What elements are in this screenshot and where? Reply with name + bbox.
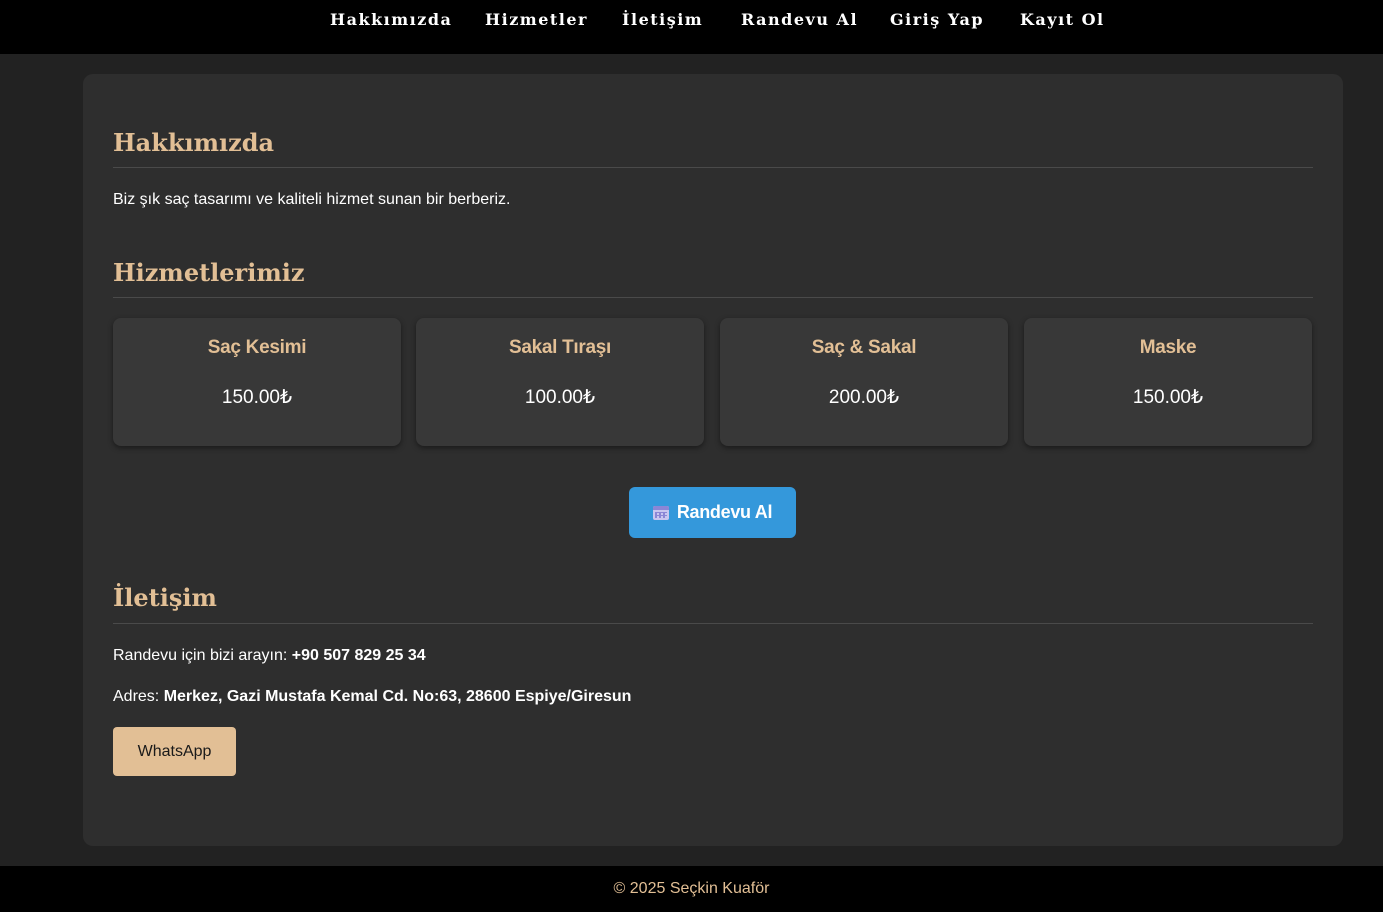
contact-divider xyxy=(113,623,1313,624)
service-name: Saç & Sakal xyxy=(811,337,917,358)
whatsapp-button[interactable]: WhatsApp xyxy=(113,727,236,776)
services-title: Hizmetlerimiz xyxy=(113,258,305,287)
service-name: Saç Kesimi xyxy=(207,337,307,358)
service-name: Sakal Tıraşı xyxy=(508,337,612,358)
service-price: 150.00₺ xyxy=(1132,387,1204,408)
whatsapp-button-label: WhatsApp xyxy=(137,742,212,760)
service-price: 150.00₺ xyxy=(221,387,293,408)
footer: © 2025 Seçkin Kuaför xyxy=(0,866,1383,912)
phone-number: +90 507 829 25 34 xyxy=(291,647,426,664)
service-card-beard-shave: Sakal Tıraşı 100.00₺ xyxy=(416,318,704,446)
address-label: Adres: xyxy=(113,688,160,705)
nav-link-appointment[interactable]: Randevu Al xyxy=(741,10,858,29)
phone-label: Randevu için bizi arayın: xyxy=(113,647,288,664)
about-divider xyxy=(113,167,1313,168)
address-value: Merkez, Gazi Mustafa Kemal Cd. No:63, 28… xyxy=(163,688,632,705)
nav-link-register[interactable]: Kayıt Ol xyxy=(1020,10,1105,29)
service-name: Maske xyxy=(1139,337,1197,358)
about-title: Hakkımızda xyxy=(113,128,275,157)
service-price: 100.00₺ xyxy=(524,387,596,408)
service-card-hair-beard: Saç & Sakal 200.00₺ xyxy=(720,318,1008,446)
about-text: Biz şık saç tasarımı ve kaliteli hizmet … xyxy=(113,191,511,208)
nav-link-contact[interactable]: İletişim xyxy=(622,10,703,29)
services-divider xyxy=(113,297,1313,298)
contact-phone-line: Randevu için bizi arayın: +90 507 829 25… xyxy=(113,647,426,665)
appointment-button[interactable]: Randevu Al xyxy=(629,487,796,538)
contact-title: İletişim xyxy=(113,583,217,612)
nav-link-about[interactable]: Hakkımızda xyxy=(330,10,452,29)
footer-copyright: © 2025 Seçkin Kuaför xyxy=(613,880,770,897)
service-card-haircut: Saç Kesimi 150.00₺ xyxy=(113,318,401,446)
main-content-card: Hakkımızda Biz şık saç tasarımı ve kalit… xyxy=(83,74,1343,846)
top-navigation: Hakkımızda Hizmetler İletişim Randevu Al… xyxy=(0,0,1383,54)
service-price: 200.00₺ xyxy=(828,387,900,408)
calendar-icon xyxy=(652,505,669,520)
appointment-button-label: Randevu Al xyxy=(676,502,773,522)
contact-address-line: Adres: Merkez, Gazi Mustafa Kemal Cd. No… xyxy=(113,688,631,706)
nav-link-login[interactable]: Giriş Yap xyxy=(890,10,984,29)
service-card-mask: Maske 150.00₺ xyxy=(1024,318,1312,446)
nav-link-services[interactable]: Hizmetler xyxy=(485,10,588,29)
